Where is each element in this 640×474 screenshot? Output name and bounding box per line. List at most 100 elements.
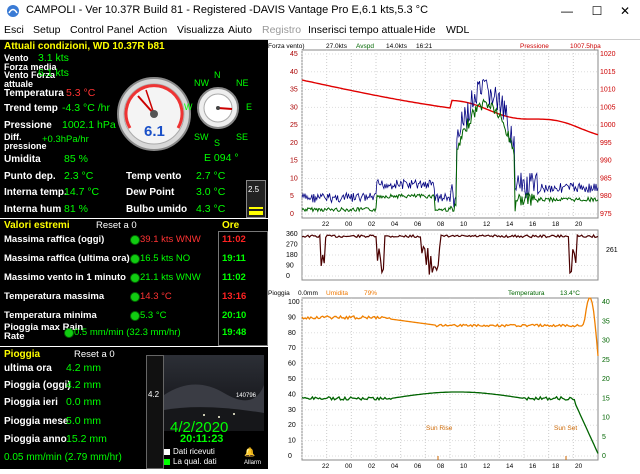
- extreme-label: Massima raffica (oggi): [4, 234, 105, 245]
- cam-counter: 140796: [235, 393, 256, 399]
- pressure-value-label: 1007.5hpa: [570, 43, 601, 50]
- extreme-value: 16.5 kts NO: [140, 253, 191, 264]
- right-tick: 1020: [600, 51, 616, 58]
- dir-tick: 180: [286, 252, 298, 259]
- left-tick: 15: [290, 158, 298, 165]
- temp-tick: 10: [602, 415, 610, 422]
- right-tick: 1005: [600, 104, 616, 111]
- pressione-value: 1002.1 hPa: [62, 119, 116, 131]
- menu-action[interactable]: Action: [138, 24, 167, 36]
- temp-tick: 35: [602, 318, 610, 325]
- extreme-indicator: [130, 235, 140, 245]
- compass-e: E: [246, 102, 253, 112]
- graphs-area: 45 40 35 30 25 20 15 10 5 0 1020 1015 1010 1005 1000 99…: [268, 40, 640, 470]
- rain-panel: Pioggia Reset a 0 ultima ora 4.2 mm Piog…: [0, 347, 268, 469]
- x-tick: 00: [345, 463, 353, 469]
- menu-inserisci-tempo[interactable]: Inserisci tempo attuale: [308, 24, 413, 36]
- interna-temp-label: Interna temp.: [4, 187, 67, 198]
- compass-sw: SW: [194, 132, 209, 142]
- right-tick: 1015: [600, 69, 616, 76]
- diff-pressione-value: +0.3hPa/hr: [42, 134, 89, 145]
- extreme-label: Massima raffica (ultima ora): [4, 253, 130, 264]
- extreme-indicator: [130, 311, 140, 321]
- temp-label: Temperatura: [508, 290, 545, 297]
- extreme-indicator: [130, 273, 140, 283]
- left-tick: 40: [290, 69, 298, 76]
- window-title: CAMPOLI - Ver 10.37R Build 81 - Register…: [26, 4, 429, 16]
- extremes-header: Valori estremi: [4, 220, 70, 231]
- menu-visualizza[interactable]: Visualizza: [177, 24, 224, 36]
- qual-dati-swatch: [164, 459, 170, 465]
- pressure-label: Pressione: [520, 43, 549, 50]
- temp-tick: 0: [602, 453, 606, 460]
- extreme-time: 19:48: [222, 327, 247, 338]
- compass-n: N: [214, 70, 221, 80]
- pioggia-mese-label: Pioggia mese: [4, 416, 69, 427]
- gauge-value: 6.1: [144, 123, 165, 140]
- punto-dep-value: 2.3 °C: [64, 170, 94, 182]
- right-tick: 995: [600, 140, 612, 147]
- right-tick: 980: [600, 193, 612, 200]
- ultima-ora-value: 4.2 mm: [66, 362, 102, 374]
- x-tick: 10: [460, 221, 468, 228]
- menu-setup[interactable]: Setup: [33, 24, 60, 36]
- left-tick: 10: [290, 175, 298, 182]
- close-button[interactable]: ✕: [610, 0, 640, 22]
- right-tick: 985: [600, 175, 612, 182]
- hum-value-label: 79%: [364, 290, 377, 297]
- hum-tick: 10: [288, 438, 296, 445]
- rain-rate-value: 0.05 mm/min (2.79 mm/hr): [4, 452, 122, 463]
- pioggia-oggi-label: Pioggia (oggi): [4, 380, 71, 391]
- menu-control-panel[interactable]: Control Panel: [70, 24, 134, 36]
- extreme-time: 11:02: [222, 234, 246, 245]
- rain-header: Pioggia: [4, 349, 41, 360]
- extremes-reset-button[interactable]: Reset a 0: [96, 220, 137, 231]
- compass-nw: NW: [194, 78, 209, 88]
- avgspd-label: Avspd: [356, 43, 374, 50]
- wind-speed-gauge: [117, 77, 191, 151]
- dir-tick: 90: [286, 263, 294, 270]
- rain-reset-button[interactable]: Reset a 0: [74, 349, 115, 360]
- right-tick: 990: [600, 158, 612, 165]
- x-tick: 00: [345, 221, 353, 228]
- compass-s: S: [214, 138, 221, 148]
- x-tick: 22: [322, 463, 330, 469]
- hum-tick: 80: [288, 330, 296, 337]
- maximize-button[interactable]: ☐: [582, 0, 612, 22]
- menu-esci[interactable]: Esci: [4, 24, 24, 36]
- sunset-label: Sun Set: [554, 425, 577, 432]
- cur-label: 14.0kts: [386, 43, 408, 50]
- temperatura-label: Temperatura: [4, 88, 64, 99]
- dir-tick: 270: [286, 242, 298, 249]
- hum-tick: 90: [288, 314, 296, 321]
- dew-point-value: 3.0 °C: [196, 186, 226, 198]
- extreme-time: 20:10: [222, 310, 247, 321]
- qual-dati-label: La qual. dati: [173, 457, 217, 466]
- sunrise-label: Sun Rise: [426, 425, 453, 432]
- menu-wdl[interactable]: WDL: [446, 24, 469, 36]
- pressione-label: Pressione: [4, 120, 52, 131]
- menu-aiuto[interactable]: Aiuto: [228, 24, 252, 36]
- x-tick: 14: [506, 463, 514, 469]
- bulbo-umido-label: Bulbo umido: [126, 204, 188, 215]
- trend-temp-value: -4.3 °C /hr: [62, 102, 110, 114]
- dati-ricevuti-swatch: [164, 449, 170, 455]
- graphs-svg: 4540353025201510501020101510101005100099…: [268, 43, 618, 470]
- diff-pressione-label: Diff. pressione: [4, 132, 47, 151]
- extreme-indicator: [64, 328, 74, 338]
- x-tick: 06: [414, 463, 422, 469]
- compass-ne: NE: [236, 78, 249, 88]
- left-tick: 0: [290, 211, 294, 218]
- extreme-indicator: [130, 292, 140, 302]
- temp-vento-value: 2.7 °C: [196, 170, 226, 182]
- time-label: 16:21: [416, 43, 433, 50]
- menu-hide[interactable]: Hide: [414, 24, 436, 36]
- temp-tick: 20: [602, 376, 610, 383]
- minimize-button[interactable]: —: [552, 0, 582, 22]
- interna-temp-value: 14.7 °C: [64, 186, 100, 198]
- x-tick: 12: [483, 463, 491, 469]
- avg-label: 27.0kts: [326, 43, 348, 50]
- trend-temp-label: Trend temp: [4, 103, 58, 114]
- bulbo-umido-value: 4.3 °C: [196, 203, 226, 215]
- alarm-icon[interactable]: 🔔: [244, 447, 255, 458]
